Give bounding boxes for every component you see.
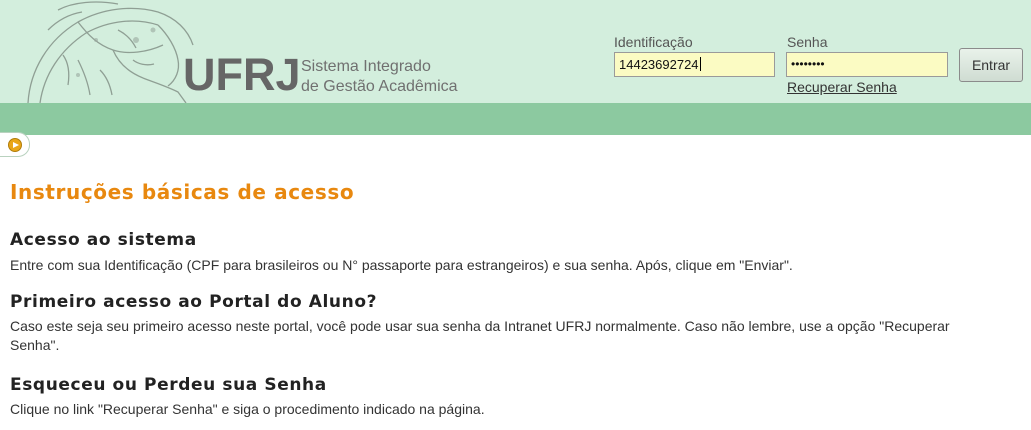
password-label: Senha (787, 34, 828, 50)
brand-subtitle-line1: Sistema Integrado (301, 58, 431, 75)
section-text-access: Entre com sua Identificação (CPF para br… (10, 257, 793, 273)
navigation-bar (0, 103, 1031, 135)
minerva-crest-logo (27, 1, 194, 103)
recover-password-link[interactable]: Recuperar Senha (787, 79, 897, 95)
password-input[interactable]: •••••••• (786, 52, 948, 77)
enter-button[interactable]: Entrar (959, 48, 1023, 82)
page-title: Instruções básicas de acesso (10, 180, 355, 204)
play-circle-icon (8, 138, 22, 152)
identification-label: Identificação (614, 34, 693, 50)
section-text-forgot-password: Clique no link "Recuperar Senha" e siga … (10, 401, 485, 417)
section-title-first-access: Primeiro acesso ao Portal do Aluno? (10, 292, 378, 312)
side-panel-toggle[interactable] (0, 132, 30, 157)
header: UFRJ Sistema Integrado de Gestão Acadêmi… (0, 0, 1031, 103)
brand-name: UFRJ (183, 49, 301, 100)
section-title-access: Acesso ao sistema (10, 230, 197, 250)
brand-subtitle: Sistema Integrado de Gestão Acadêmica (301, 57, 458, 97)
section-title-forgot-password: Esqueceu ou Perdeu sua Senha (10, 375, 327, 395)
identification-input[interactable]: 14423692724 (614, 52, 775, 77)
section-text-first-access: Caso este seja seu primeiro acesso neste… (10, 318, 950, 353)
brand-subtitle-line2: de Gestão Acadêmica (301, 78, 458, 95)
